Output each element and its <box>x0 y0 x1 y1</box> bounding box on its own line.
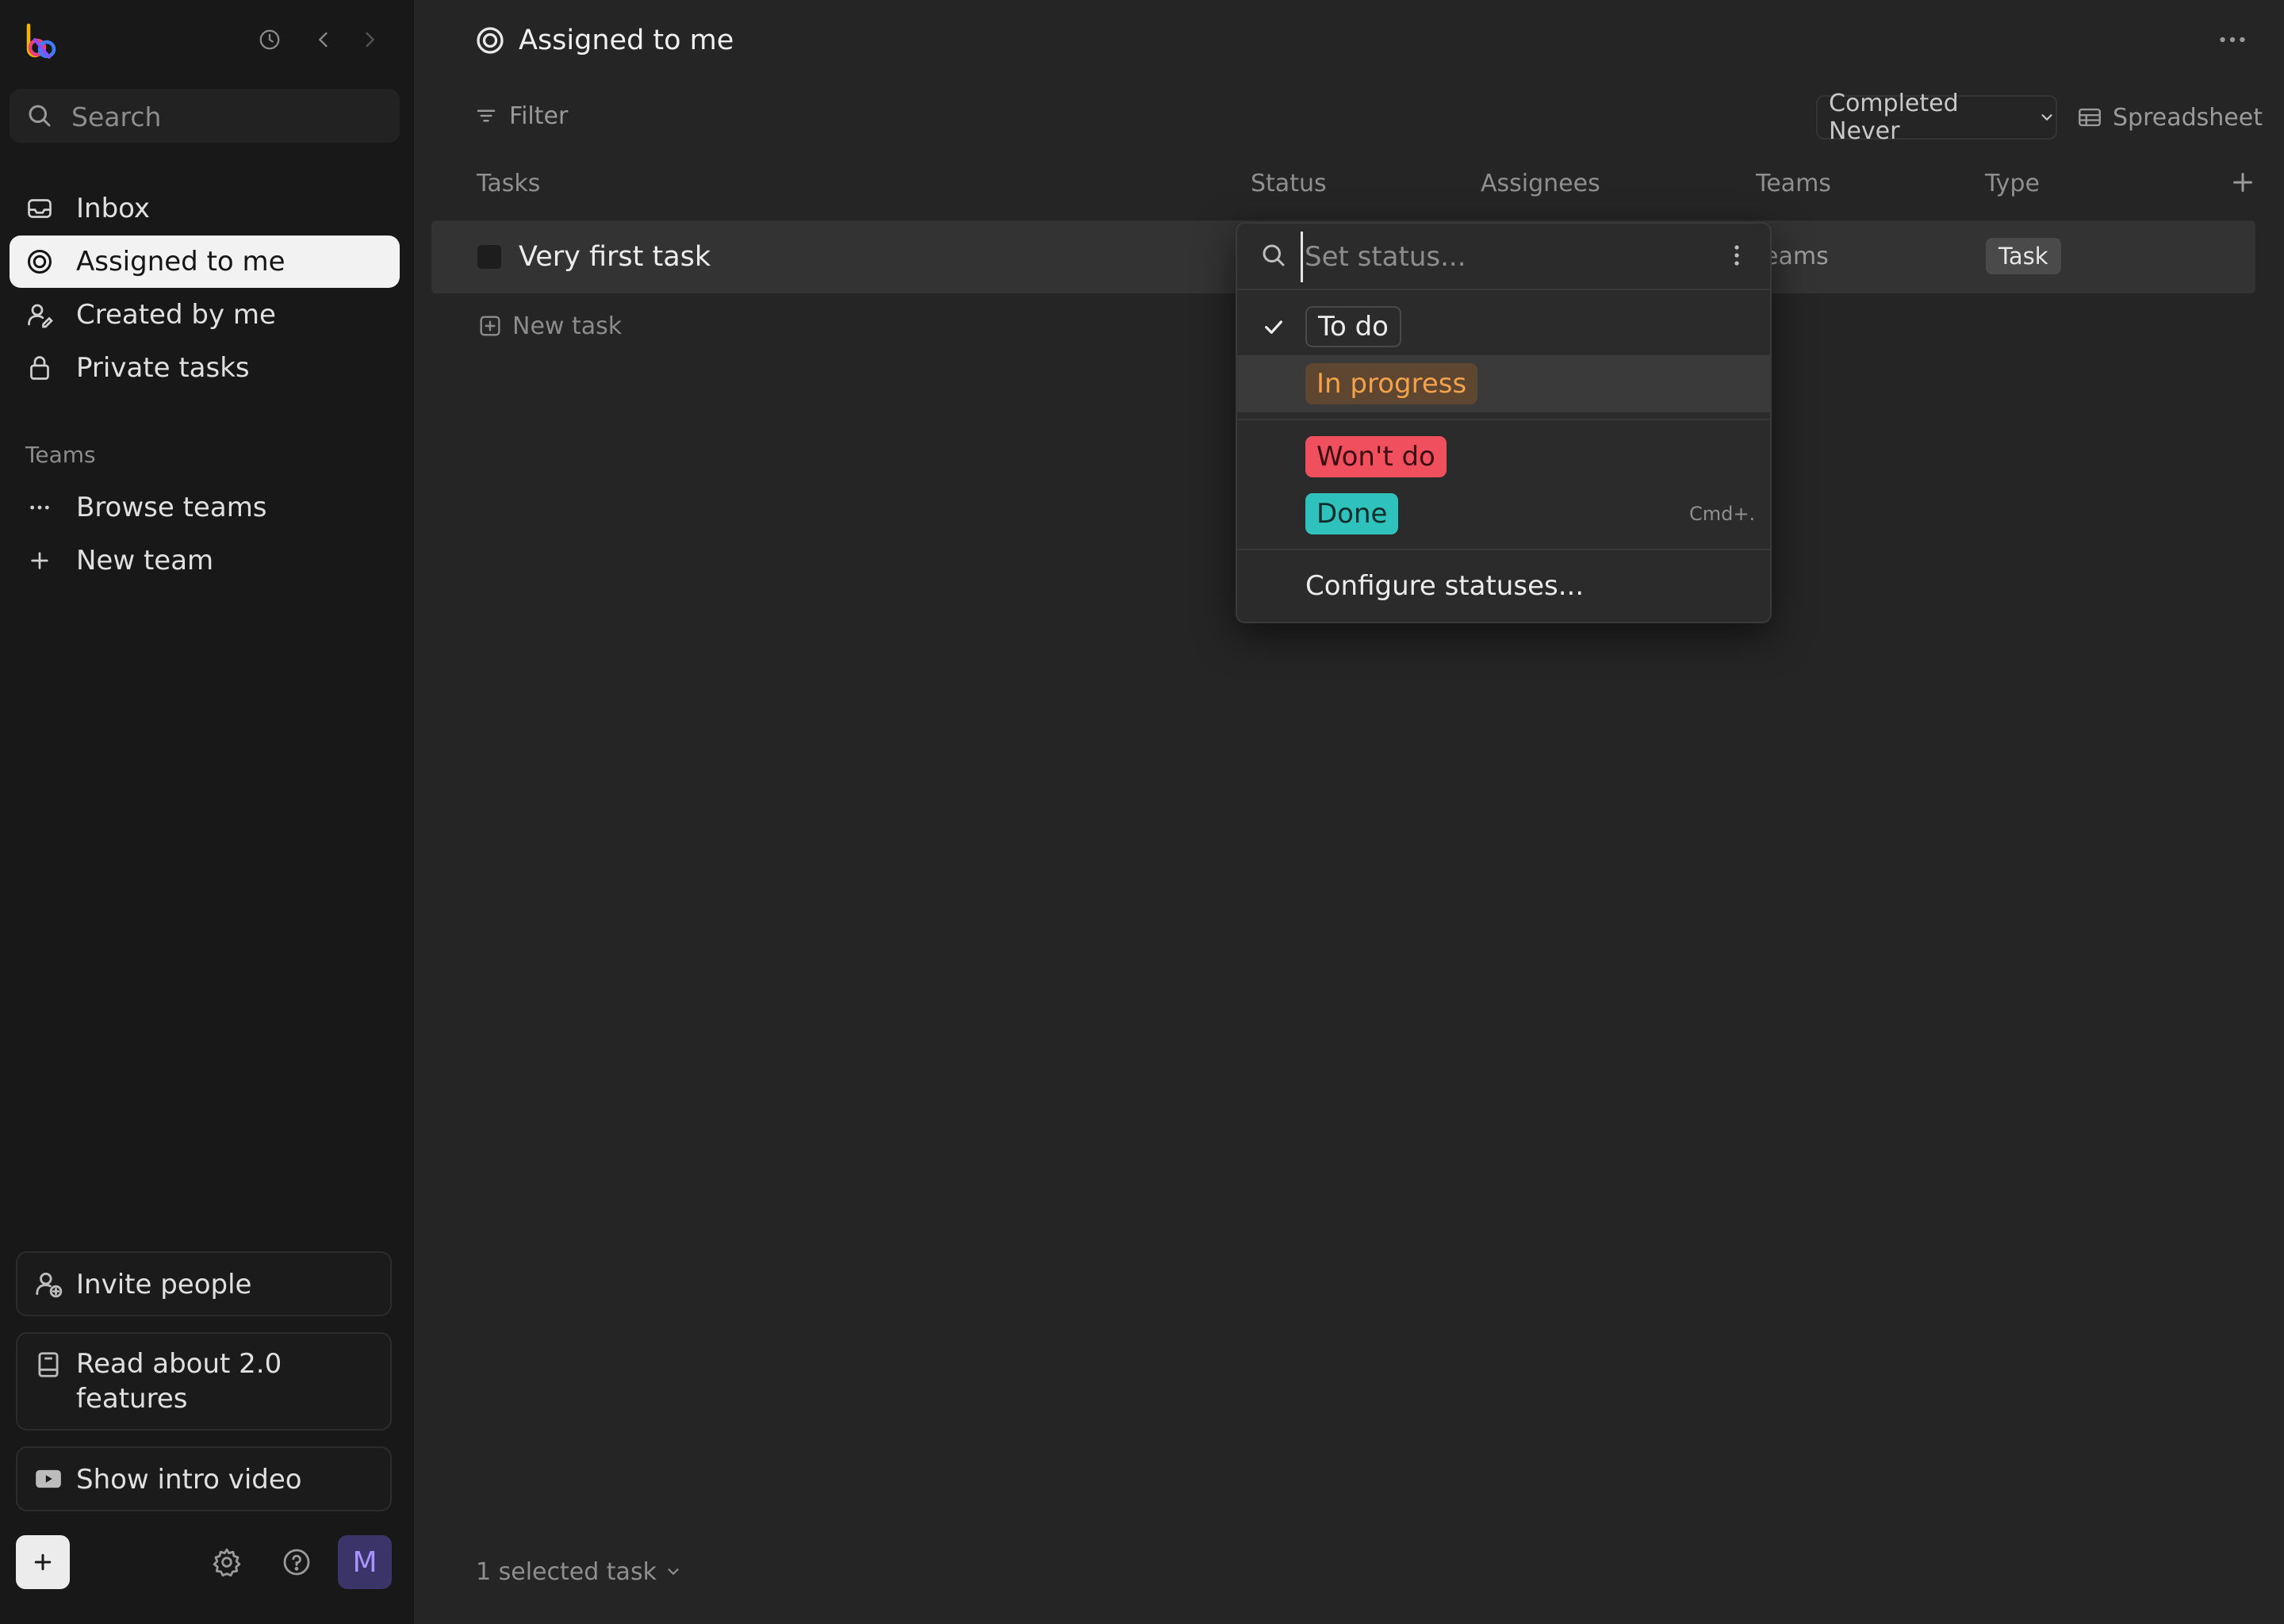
shortcut-hint: Cmd+. <box>1689 503 1756 525</box>
avatar-initial: M <box>352 1545 377 1579</box>
sidebar-item-inbox[interactable]: Inbox <box>10 182 400 235</box>
page-header: Assigned to me <box>474 21 734 60</box>
status-option-in-progress[interactable]: In progress <box>1237 355 1770 412</box>
task-checkbox[interactable] <box>477 245 501 269</box>
column-header-tasks[interactable]: Tasks <box>477 170 540 197</box>
column-header-teams[interactable]: Teams <box>1756 170 1831 197</box>
divider <box>1237 419 1770 420</box>
app-logo-icon[interactable] <box>24 22 59 60</box>
page-title: Assigned to me <box>519 25 734 56</box>
plus-square-icon <box>477 313 503 339</box>
status-search-input[interactable] <box>1301 232 1703 282</box>
sidebar-item-label: Created by me <box>76 299 276 331</box>
sidebar-item-label: New team <box>76 545 214 576</box>
back-chevron-icon[interactable] <box>308 24 339 56</box>
filter-button[interactable]: Filter <box>474 98 568 133</box>
task-teams[interactable]: eams <box>1764 239 1829 274</box>
read-about-features-label: Read about 2.0 features <box>76 1348 282 1415</box>
more-options-icon[interactable] <box>2213 24 2252 56</box>
plus-icon <box>24 545 56 576</box>
show-intro-video-label: Show intro video <box>76 1464 302 1496</box>
invite-people-button[interactable]: Invite people <box>16 1251 392 1316</box>
history-icon[interactable] <box>254 24 286 56</box>
status-pill: Won't do <box>1305 436 1447 477</box>
check-icon <box>1261 314 1286 339</box>
completed-filter-dropdown[interactable]: Completed Never <box>1816 90 2057 145</box>
task-type-badge[interactable]: Task <box>1986 238 2061 274</box>
view-switcher-label: Spreadsheet <box>2113 103 2263 132</box>
status-pill: To do <box>1305 306 1401 347</box>
new-task-label: New task <box>512 312 623 340</box>
create-button[interactable] <box>16 1535 70 1589</box>
read-about-features-button[interactable]: Read about 2.0 features <box>16 1332 392 1431</box>
sidebar-item-created-by-me[interactable]: Created by me <box>10 289 400 341</box>
column-header-type[interactable]: Type <box>1985 170 2040 197</box>
sidebar-item-label: Browse teams <box>76 492 267 523</box>
inbox-icon <box>24 193 56 224</box>
book-icon <box>33 1350 63 1380</box>
status-option-wont-do[interactable]: Won't do <box>1237 428 1770 485</box>
lock-icon <box>24 352 56 384</box>
sidebar-search[interactable] <box>10 89 400 144</box>
add-column-icon[interactable] <box>2228 168 2257 200</box>
plus-icon <box>34 1553 52 1571</box>
status-dropdown: To do In progress Won't do Done Cmd+. Co… <box>1236 222 1772 623</box>
selected-task-toggle[interactable]: 1 selected task <box>476 1553 682 1591</box>
status-option-done[interactable]: Done Cmd+. <box>1237 485 1770 542</box>
column-header-assignees[interactable]: Assignees <box>1481 170 1600 197</box>
forward-chevron-icon[interactable] <box>354 24 385 56</box>
user-avatar[interactable]: M <box>338 1535 392 1589</box>
sidebar-item-label: Private tasks <box>76 352 250 384</box>
filter-label: Filter <box>509 102 569 130</box>
search-icon <box>1259 241 1288 270</box>
search-icon <box>25 102 54 130</box>
sidebar-item-private-tasks[interactable]: Private tasks <box>10 342 400 394</box>
column-header-status[interactable]: Status <box>1251 170 1327 197</box>
target-icon <box>24 246 56 278</box>
invite-people-label: Invite people <box>76 1269 252 1300</box>
show-intro-video-button[interactable]: Show intro video <box>16 1446 392 1511</box>
settings-gear-icon[interactable] <box>209 1545 244 1580</box>
filter-icon <box>474 104 498 128</box>
sidebar-item-label: Inbox <box>76 193 151 224</box>
sidebar: Inbox Assigned to me Created by me Priva… <box>0 0 414 1624</box>
spreadsheet-icon <box>2076 104 2103 131</box>
user-edit-icon <box>24 299 56 331</box>
video-icon <box>33 1464 63 1494</box>
selected-task-label: 1 selected task <box>476 1557 657 1586</box>
sidebar-item-new-team[interactable]: New team <box>10 534 400 587</box>
view-switcher-button[interactable]: Spreadsheet <box>2076 98 2263 136</box>
new-task-button[interactable]: New task <box>477 308 622 344</box>
teams-section-label: Teams <box>25 442 96 468</box>
task-title[interactable]: Very first task <box>519 236 711 278</box>
completed-filter-label: Completed Never <box>1829 90 1959 145</box>
user-add-icon <box>33 1269 63 1299</box>
divider <box>1237 549 1770 550</box>
search-input[interactable] <box>70 89 390 144</box>
sidebar-item-label: Assigned to me <box>76 246 286 278</box>
configure-statuses-button[interactable]: Configure statuses... <box>1305 566 1584 606</box>
status-pill: In progress <box>1305 363 1478 404</box>
kebab-menu-icon[interactable] <box>1724 243 1749 270</box>
sidebar-item-browse-teams[interactable]: Browse teams <box>10 481 400 534</box>
status-option-to-do[interactable]: To do <box>1237 298 1770 355</box>
help-icon[interactable] <box>279 1545 314 1580</box>
more-dots-icon <box>24 492 56 523</box>
chevron-down-icon <box>665 1563 682 1580</box>
status-pill: Done <box>1305 493 1399 534</box>
chevron-down-icon <box>2038 109 2056 126</box>
target-icon <box>474 25 506 56</box>
status-search <box>1237 224 1770 290</box>
sidebar-item-assigned-to-me[interactable]: Assigned to me <box>10 236 400 288</box>
